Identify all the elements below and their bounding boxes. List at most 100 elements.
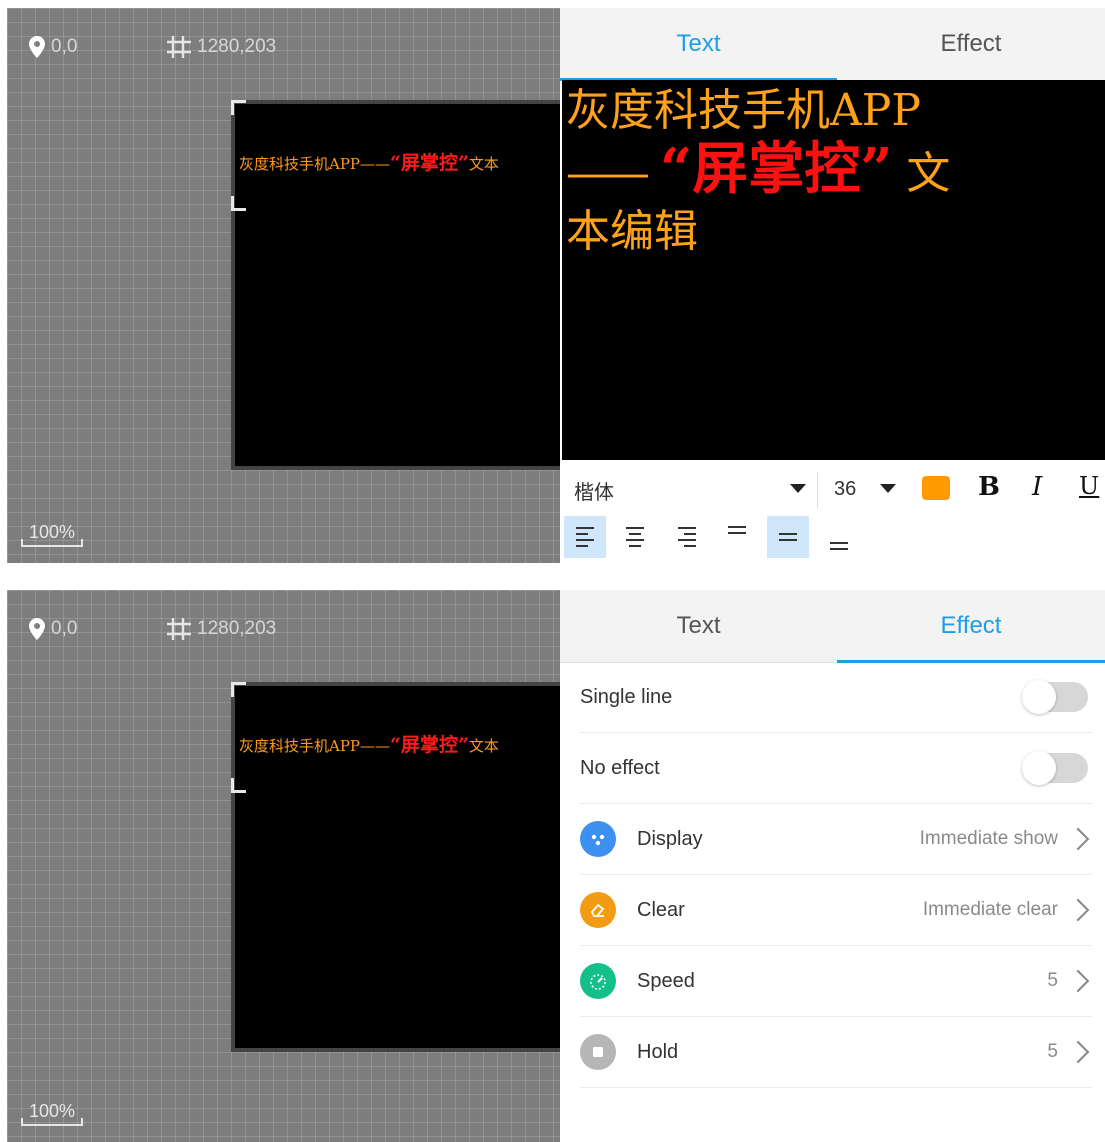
position-readout: 0,0 — [29, 618, 77, 640]
align-left-icon — [576, 527, 594, 547]
display-label: Display — [637, 828, 703, 850]
alignment-row — [562, 516, 1105, 560]
single-line-toggle[interactable] — [1022, 680, 1088, 714]
tab-effect[interactable]: Effect — [837, 8, 1105, 80]
size-readout: 1280,203 — [167, 618, 276, 640]
size-value: 1280,203 — [197, 36, 277, 57]
led-text-suffix: 文本 — [468, 737, 499, 755]
led-text-highlight: “屏掌控” — [390, 734, 469, 756]
tab-bar: Text Effect — [560, 8, 1105, 81]
valign-bottom-button[interactable] — [818, 516, 860, 558]
valign-top-icon — [728, 526, 746, 534]
effect-tab-panel: 0,0 1280,203 灰度科技手机APP——“屏掌控”文本 100% Tex… — [0, 590, 1105, 1142]
stop-square-icon — [580, 1034, 616, 1070]
hold-value: 5 — [1047, 1041, 1058, 1062]
speed-value: 5 — [1047, 970, 1058, 991]
properties-pane: Text Effect Single line No effect Displa… — [560, 590, 1105, 1142]
led-text-prefix: 灰度科技手机APP—— — [239, 737, 391, 755]
chevron-right-icon — [1066, 898, 1090, 922]
valign-middle-icon — [779, 533, 797, 541]
position-value: 0,0 — [51, 618, 78, 639]
zoom-indicator[interactable]: 100% — [21, 522, 84, 547]
editor-highlight: “屏掌控” — [660, 136, 893, 202]
text-editor[interactable]: 灰度科技手机APP —— “屏掌控” 文 本编辑 — [562, 80, 1105, 460]
led-text-suffix: 文本 — [468, 155, 499, 173]
hold-label: Hold — [637, 1041, 679, 1063]
text-color-swatch[interactable] — [922, 476, 950, 500]
no-effect-toggle[interactable] — [1022, 751, 1088, 785]
no-effect-row: No effect — [580, 733, 1092, 804]
editor-dash: —— — [566, 148, 650, 199]
resize-handle-bottom-left[interactable] — [231, 196, 246, 211]
underline-button[interactable]: U — [1079, 472, 1099, 500]
format-toolbar: 楷体 36 B I U — [562, 460, 1105, 563]
font-size-select[interactable]: 36 — [834, 478, 856, 501]
italic-button[interactable]: I — [1032, 472, 1042, 502]
led-screen-preview[interactable]: 灰度科技手机APP——“屏掌控”文本 — [231, 682, 560, 1052]
toggle-knob — [1022, 680, 1056, 714]
chevron-right-icon — [1066, 1040, 1090, 1064]
crop-grid-icon — [167, 618, 191, 640]
led-screen-preview[interactable]: 灰度科技手机APP——“屏掌控”文本 — [231, 100, 560, 470]
clear-value: Immediate clear — [922, 899, 1058, 920]
tab-text[interactable]: Text — [560, 8, 837, 81]
led-text-line: 灰度科技手机APP——“屏掌控”文本 — [239, 730, 499, 757]
chevron-right-icon — [1066, 969, 1090, 993]
led-text-highlight: “屏掌控” — [390, 152, 469, 174]
zoom-indicator[interactable]: 100% — [21, 1101, 84, 1126]
valign-middle-button[interactable] — [767, 516, 809, 558]
align-left-button[interactable] — [564, 516, 606, 558]
location-pin-icon — [29, 618, 45, 640]
crop-grid-icon — [167, 36, 191, 58]
text-tab-panel: 0,0 1280,203 灰度科技手机APP——“屏掌控”文本 100% Tex… — [0, 8, 1105, 563]
display-dots-icon — [580, 821, 616, 857]
design-canvas[interactable]: 0,0 1280,203 灰度科技手机APP——“屏掌控”文本 100% — [7, 8, 560, 563]
tab-effect[interactable]: Effect — [837, 590, 1105, 663]
editor-content[interactable]: 灰度科技手机APP —— “屏掌控” 文 本编辑 — [562, 80, 1105, 261]
single-line-label: Single line — [580, 686, 673, 708]
font-row: 楷体 36 B I U — [562, 472, 1105, 508]
clear-row[interactable]: Clear Immediate clear — [580, 875, 1092, 946]
eraser-icon — [580, 892, 616, 928]
location-pin-icon — [29, 36, 45, 58]
toggle-knob — [1022, 751, 1056, 785]
single-line-row: Single line — [580, 662, 1092, 733]
bold-button[interactable]: B — [978, 472, 1000, 502]
properties-pane: Text Effect 灰度科技手机APP —— “屏掌控” 文 本编辑 楷体 … — [560, 8, 1105, 563]
editor-line-2: —— “屏掌控” 文 — [566, 140, 1101, 203]
align-center-icon — [626, 527, 644, 547]
tab-bar: Text Effect — [560, 590, 1105, 663]
align-right-button[interactable] — [666, 516, 708, 558]
display-value: Immediate show — [919, 828, 1058, 849]
font-size-dropdown-icon[interactable] — [880, 484, 896, 493]
no-effect-label: No effect — [580, 757, 660, 779]
align-center-button[interactable] — [614, 516, 656, 558]
design-canvas[interactable]: 0,0 1280,203 灰度科技手机APP——“屏掌控”文本 100% — [7, 590, 560, 1142]
toolbar-divider — [817, 472, 818, 508]
effect-settings-list: Single line No effect Display Immediate … — [580, 662, 1092, 1088]
editor-line-1: 灰度科技手机APP — [566, 85, 921, 136]
font-family-select[interactable]: 楷体 — [574, 476, 614, 505]
align-right-icon — [678, 527, 696, 547]
resize-handle-top-left[interactable] — [231, 682, 246, 697]
tab-text[interactable]: Text — [560, 590, 837, 662]
speed-label: Speed — [637, 970, 695, 992]
display-row[interactable]: Display Immediate show — [580, 804, 1092, 875]
valign-top-button[interactable] — [716, 516, 758, 558]
size-value: 1280,203 — [197, 618, 277, 639]
font-family-dropdown-icon[interactable] — [790, 484, 806, 493]
hold-row[interactable]: Hold 5 — [580, 1017, 1092, 1088]
editor-tail: 文 — [906, 148, 951, 199]
clear-label: Clear — [637, 899, 685, 921]
resize-handle-top-left[interactable] — [231, 100, 246, 115]
speed-row[interactable]: Speed 5 — [580, 946, 1092, 1017]
valign-bottom-icon — [830, 542, 848, 550]
led-text-line: 灰度科技手机APP——“屏掌控”文本 — [239, 148, 499, 175]
editor-line-3: 本编辑 — [566, 206, 698, 257]
speedometer-icon — [580, 963, 616, 999]
resize-handle-bottom-left[interactable] — [231, 778, 246, 793]
position-readout: 0,0 — [29, 36, 77, 58]
size-readout: 1280,203 — [167, 36, 276, 58]
position-value: 0,0 — [51, 36, 78, 57]
led-text-prefix: 灰度科技手机APP—— — [239, 155, 391, 173]
